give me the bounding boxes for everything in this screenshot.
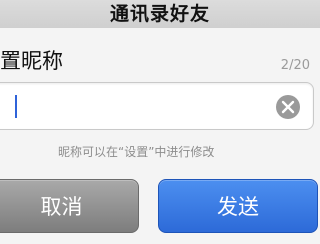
character-counter: 2/20 [280, 58, 310, 73]
cancel-button[interactable]: 取消 [0, 179, 139, 233]
background-title: 通讯录好友 [109, 3, 210, 25]
background-header: 通讯录好友 [0, 0, 320, 29]
send-button[interactable]: 发送 [158, 179, 318, 233]
clear-icon[interactable] [276, 95, 300, 119]
nickname-hint: 昵称可以在“设置”中进行修改 [58, 145, 215, 159]
dialog-title: 置昵称 [0, 49, 63, 73]
text-caret [15, 95, 17, 118]
nickname-input[interactable] [0, 82, 314, 130]
